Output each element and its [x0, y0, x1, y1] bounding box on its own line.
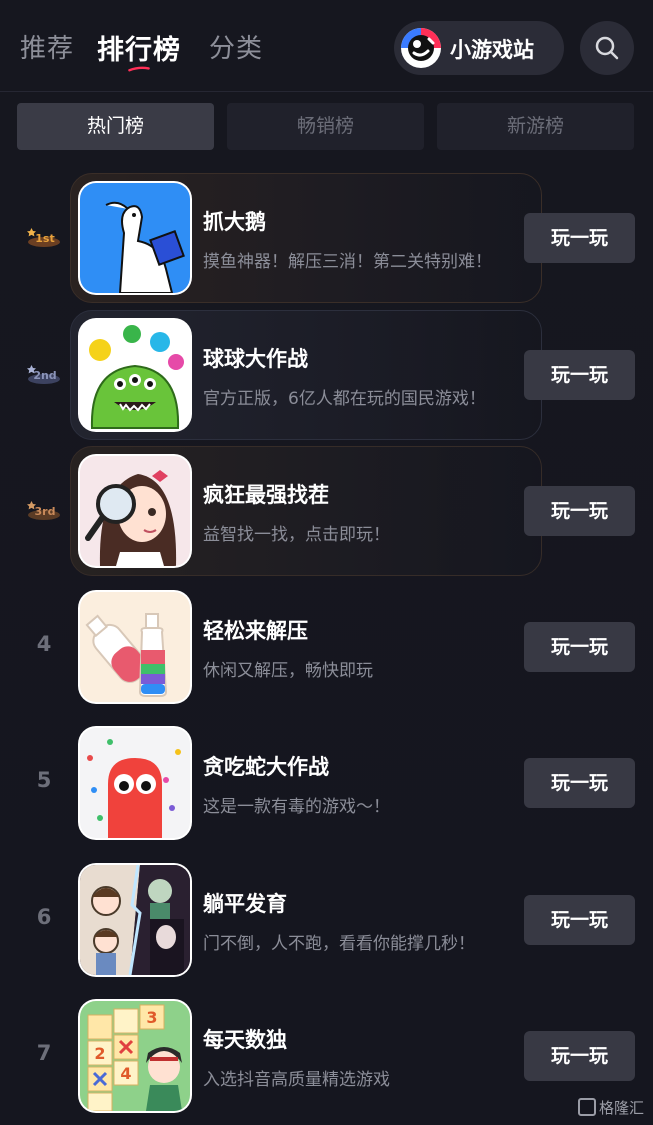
game-title: 每天数独 [203, 1028, 287, 1052]
segment-bestseller[interactable]: 畅销榜 [227, 103, 424, 150]
list-item[interactable]: 4 轻松来解压 休闲又解压，畅快即玩 玩一玩 [0, 582, 653, 718]
tab-recommend[interactable]: 推荐 [20, 28, 74, 65]
ranking-page: 推荐 排行榜 分类 小游戏站 热门榜 畅销榜 新游榜 1st 抓大鹅 摸鱼神器！… [0, 0, 653, 1125]
nav-divider [0, 91, 653, 92]
game-title: 抓大鹅 [203, 210, 266, 234]
svg-text:3: 3 [146, 1008, 157, 1027]
game-icon[interactable] [80, 592, 190, 702]
list-item[interactable]: 7 3 2 4 每天数独 入选抖音高质量精选游戏 玩一玩 [0, 991, 653, 1125]
play-button[interactable]: 玩一玩 [524, 758, 635, 808]
game-desc: 这是一款有毒的游戏～！ [203, 797, 390, 817]
game-title: 球球大作战 [203, 347, 308, 371]
snake-icon [80, 728, 190, 838]
mini-game-station-button[interactable]: 小游戏站 [394, 21, 564, 75]
rank-number: 4 [36, 632, 52, 656]
game-icon[interactable] [80, 865, 190, 975]
sudoku-icon: 3 2 4 [80, 1001, 190, 1111]
tab-category[interactable]: 分类 [209, 28, 263, 65]
play-button[interactable]: 玩一玩 [524, 622, 635, 672]
active-tab-underline [128, 66, 150, 72]
bottle-pour-icon [80, 592, 190, 702]
play-button[interactable]: 玩一玩 [524, 1031, 635, 1081]
green-monster-icon [80, 320, 190, 430]
rank-label: 3rd [35, 505, 56, 518]
game-desc: 摸鱼神器！解压三消！第二关特别难！ [203, 252, 492, 272]
play-button[interactable]: 玩一玩 [524, 895, 635, 945]
list-item[interactable]: 1st 抓大鹅 摸鱼神器！解压三消！第二关特别难！ 玩一玩 [0, 173, 653, 309]
rank-number: 6 [36, 905, 52, 929]
game-icon[interactable] [80, 728, 190, 838]
watermark-logo-icon [578, 1098, 596, 1116]
mini-game-logo-icon [401, 28, 441, 68]
game-title: 贪吃蛇大作战 [203, 755, 329, 779]
game-icon[interactable]: 3 2 4 [80, 1001, 190, 1111]
game-desc: 门不倒，人不跑，看看你能撑几秒！ [203, 934, 475, 954]
game-icon[interactable] [80, 183, 190, 293]
list-item[interactable]: 2nd 球球大作战 官方正版，6亿人都在玩的国民游戏！ 玩一玩 [0, 310, 653, 446]
svg-text:2: 2 [94, 1044, 105, 1063]
rank-label: 2nd [33, 369, 56, 382]
list-item[interactable]: 5 贪吃蛇大作战 这是一款有毒的游戏～！ 玩一玩 [0, 718, 653, 854]
game-desc: 休闲又解压，畅快即玩 [203, 661, 373, 681]
list-item[interactable]: 3rd 疯狂最强找茬 益智找一找，点击即玩！ 玩一玩 [0, 446, 653, 582]
rank-number: 5 [36, 768, 52, 792]
rank-medal-bronze-icon: 3rd [27, 501, 60, 520]
play-button[interactable]: 玩一玩 [524, 213, 635, 263]
game-title: 躺平发育 [203, 892, 287, 916]
rank-label: 1st [35, 232, 54, 245]
game-title: 轻松来解压 [203, 619, 308, 643]
tab-ranking[interactable]: 排行榜 [97, 28, 181, 67]
segment-new[interactable]: 新游榜 [437, 103, 634, 150]
game-desc: 官方正版，6亿人都在玩的国民游戏！ [203, 389, 486, 409]
rank-medal-silver-icon: 2nd [27, 365, 60, 384]
mini-game-label: 小游戏站 [450, 38, 534, 62]
game-desc: 益智找一找，点击即玩！ [203, 525, 390, 545]
game-icon[interactable] [80, 456, 190, 566]
search-button[interactable] [580, 21, 634, 75]
goose-icon [80, 183, 190, 293]
watermark: 格隆汇 [578, 1097, 644, 1118]
segment-hot[interactable]: 热门榜 [17, 103, 214, 150]
watermark-text: 格隆汇 [599, 1099, 645, 1117]
svg-text:4: 4 [120, 1064, 131, 1083]
lying-flat-icon [80, 865, 190, 975]
game-title: 疯狂最强找茬 [203, 483, 329, 507]
game-desc: 入选抖音高质量精选游戏 [203, 1070, 390, 1090]
search-icon [595, 36, 619, 60]
play-button[interactable]: 玩一玩 [524, 350, 635, 400]
game-icon[interactable] [80, 320, 190, 430]
rank-medal-gold-icon: 1st [27, 228, 60, 247]
rank-number: 7 [36, 1041, 52, 1065]
list-item[interactable]: 6 躺平发育 门不倒，人不跑，看看你能撑几秒！ 玩一玩 [0, 855, 653, 991]
girl-magnifier-icon [80, 456, 190, 566]
play-button[interactable]: 玩一玩 [524, 486, 635, 536]
top-nav: 推荐 排行榜 分类 小游戏站 [0, 0, 653, 92]
